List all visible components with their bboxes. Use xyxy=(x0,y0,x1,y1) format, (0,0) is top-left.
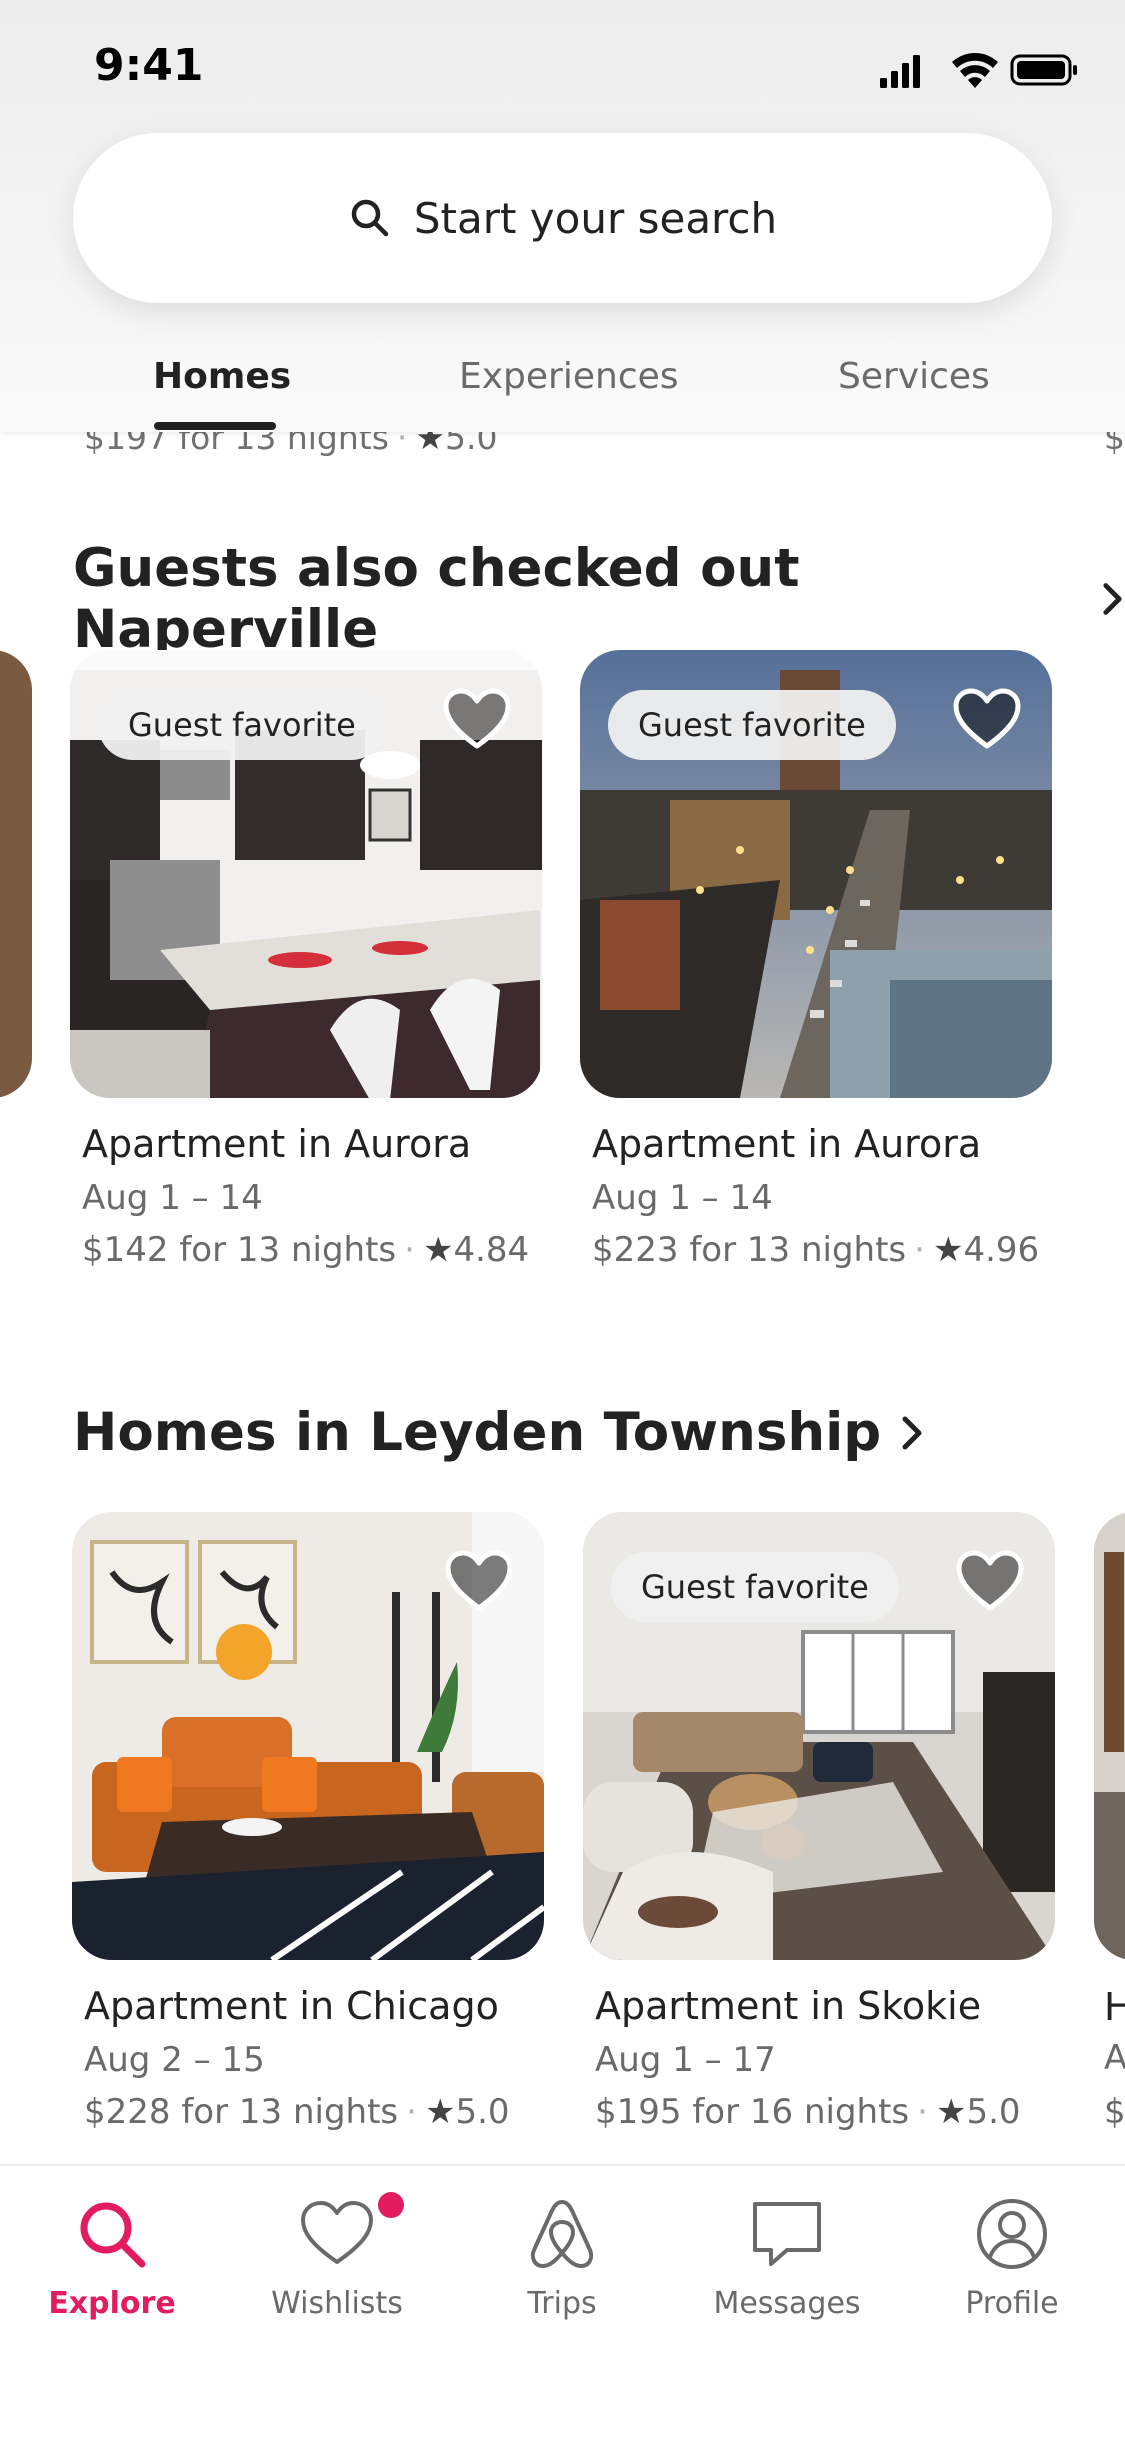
listing-dates: Aug 1 – 14 xyxy=(82,1178,263,1218)
top-header: 9:41 Start your search Homes Experiences… xyxy=(0,0,1125,432)
heart-icon[interactable] xyxy=(955,1550,1025,1614)
guest-favorite-badge: Guest favorite xyxy=(98,690,386,760)
status-icons xyxy=(880,53,1077,88)
airbnb-logo-icon xyxy=(530,2200,594,2268)
previous-listing-card-peek[interactable] xyxy=(0,650,32,1098)
rating-text: 5.0 xyxy=(966,2092,1021,2132)
tab-services[interactable]: Services xyxy=(838,356,990,397)
price-text: $228 for 13 nights xyxy=(84,2092,399,2132)
listing-dates: Aug 2 – 15 xyxy=(84,2040,265,2080)
listing-price-rating: $142 for 13 nights · ★4.84 xyxy=(82,1230,530,1270)
tab-messages[interactable]: Messages xyxy=(702,2194,872,2321)
wifi-icon xyxy=(952,53,998,88)
price-text: $223 for 13 nights xyxy=(592,1230,907,1270)
search-icon xyxy=(80,2202,146,2268)
price-text: $142 for 13 nights xyxy=(82,1230,397,1270)
profile-icon xyxy=(977,2199,1047,2269)
section-title-naperville[interactable]: Guests also checked out Naperville xyxy=(73,538,1125,660)
listing-photo[interactable] xyxy=(72,1512,544,1960)
section-title-text: Homes in Leyden Township xyxy=(73,1402,882,1463)
listing-card[interactable]: Guest favorite Apartment in Skokie Aug 1… xyxy=(583,1512,1055,2132)
battery-icon xyxy=(1010,54,1077,86)
next-listing-price-fragment: $ xyxy=(1104,2092,1125,2132)
listing-title: Apartment in Chicago xyxy=(84,1984,499,2028)
tab-label: Profile xyxy=(965,2286,1059,2321)
cellular-signal-icon xyxy=(880,55,920,88)
tab-label: Explore xyxy=(48,2286,176,2321)
price-text: $195 for 16 nights xyxy=(595,2092,910,2132)
chevron-right-icon xyxy=(1103,583,1122,615)
listing-photo[interactable]: Guest favorite xyxy=(70,650,542,1098)
message-icon xyxy=(753,2202,821,2266)
listing-title: Apartment in Aurora xyxy=(82,1122,472,1166)
rating-text: 4.96 xyxy=(963,1230,1040,1270)
tab-label: Wishlists xyxy=(271,2286,403,2321)
listing-dates: Aug 1 – 14 xyxy=(592,1178,773,1218)
listing-price-rating: $195 for 16 nights · ★5.0 xyxy=(595,2092,1021,2132)
rating-text: 4.84 xyxy=(453,1230,530,1270)
listing-photo-peek xyxy=(1094,1512,1125,1960)
next-listing-card-peek[interactable] xyxy=(1094,1512,1125,1960)
listing-photo[interactable]: Guest favorite xyxy=(583,1512,1055,1960)
bottom-tab-bar: Explore Wishlists Trips Messages Profile xyxy=(0,2164,1125,2438)
star-icon: ★ xyxy=(422,1230,454,1270)
chevron-right-icon xyxy=(902,1416,922,1449)
guest-favorite-badge: Guest favorite xyxy=(611,1552,899,1622)
tab-experiences[interactable]: Experiences xyxy=(459,356,679,397)
listing-title: Apartment in Aurora xyxy=(592,1122,982,1166)
heart-icon xyxy=(301,2201,373,2264)
listing-card[interactable]: Guest favorite Apartment in Aurora Aug 1… xyxy=(580,650,1052,1270)
section-title-text: Guests also checked out Naperville xyxy=(73,538,800,660)
next-listing-title-fragment: H xyxy=(1104,1985,1125,2029)
section-title-leyden-township[interactable]: Homes in Leyden Township xyxy=(73,1402,925,1463)
active-tab-indicator xyxy=(154,422,276,430)
notification-dot xyxy=(378,2192,404,2218)
listing-photo[interactable]: Guest favorite xyxy=(580,650,1052,1098)
search-bar[interactable]: Start your search xyxy=(73,133,1052,303)
listing-dates: Aug 1 – 17 xyxy=(595,2040,776,2080)
star-icon: ★ xyxy=(935,2092,967,2132)
next-listing-dates-fragment: A xyxy=(1104,2038,1125,2078)
tab-explore[interactable]: Explore xyxy=(27,2194,197,2321)
listing-price-rating: $223 for 13 nights · ★4.96 xyxy=(592,1230,1040,1270)
guest-favorite-badge: Guest favorite xyxy=(608,690,896,760)
tab-label: Trips xyxy=(527,2286,597,2321)
heart-icon[interactable] xyxy=(442,688,512,752)
tab-trips[interactable]: Trips xyxy=(477,2194,647,2321)
search-placeholder: Start your search xyxy=(413,193,778,243)
tab-homes[interactable]: Homes xyxy=(153,356,291,397)
category-tabs: Homes Experiences Services xyxy=(0,348,1125,432)
tab-label: Messages xyxy=(713,2286,861,2321)
heart-icon[interactable] xyxy=(952,688,1022,752)
listing-card[interactable]: Apartment in Chicago Aug 2 – 15 $228 for… xyxy=(72,1512,544,2132)
star-icon: ★ xyxy=(424,2092,456,2132)
star-icon: ★ xyxy=(932,1230,964,1270)
tab-profile[interactable]: Profile xyxy=(927,2194,1097,2321)
heart-icon[interactable] xyxy=(444,1550,514,1614)
rating-text: 5.0 xyxy=(455,2092,510,2132)
status-time: 9:41 xyxy=(94,40,204,91)
listing-title: Apartment in Skokie xyxy=(595,1984,982,2028)
listing-price-rating: $228 for 13 nights · ★5.0 xyxy=(84,2092,510,2132)
search-icon xyxy=(351,199,389,237)
listing-card[interactable]: Guest favorite Apartment in Aurora Aug 1… xyxy=(70,650,542,1270)
